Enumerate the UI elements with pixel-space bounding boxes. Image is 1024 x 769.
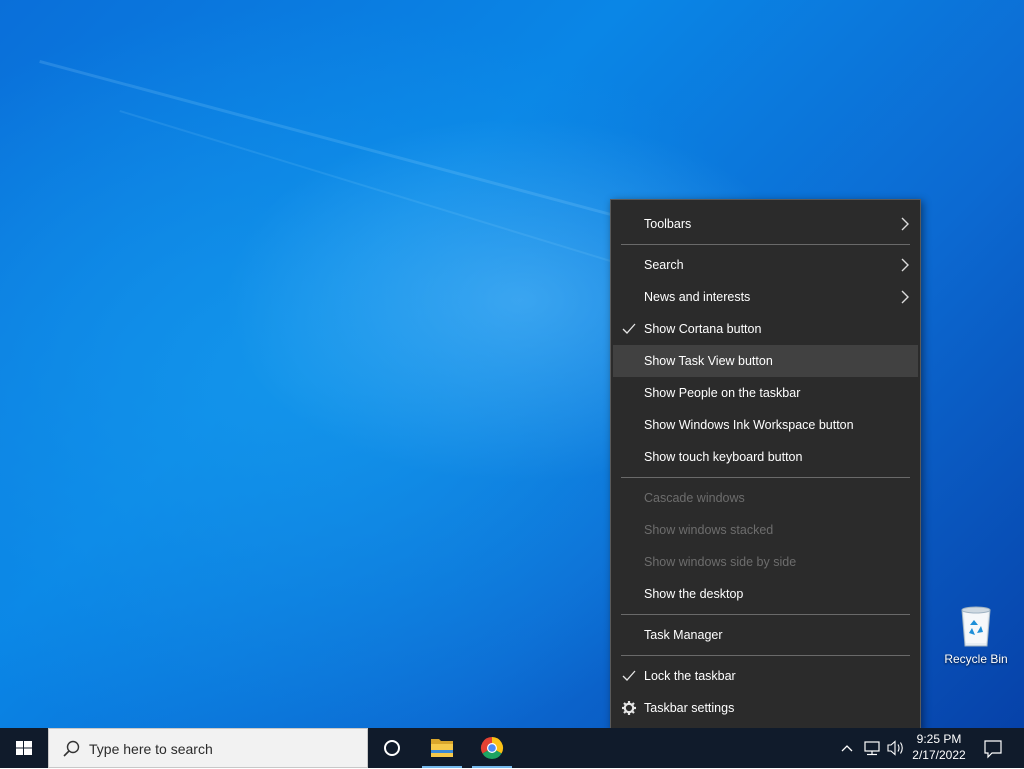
menu-item-show-windows-stacked: Show windows stacked (611, 514, 920, 546)
taskbar-clock[interactable]: 9:25 PM 2/17/2022 (906, 728, 972, 768)
menu-item-label: Show Cortana button (644, 322, 762, 336)
menu-item-show-the-desktop[interactable]: Show the desktop (611, 578, 920, 610)
menu-item-label: Search (644, 258, 684, 272)
menu-item-label: Show the desktop (644, 587, 744, 601)
recycle-bin-label: Recycle Bin (944, 652, 1008, 666)
checkmark-icon (622, 670, 636, 681)
chevron-right-icon (901, 258, 909, 272)
menu-item-show-touch-keyboard[interactable]: Show touch keyboard button (611, 441, 920, 473)
menu-item-label: Show Task View button (644, 354, 773, 368)
search-placeholder: Type here to search (89, 741, 213, 757)
recycle-bin-shortcut[interactable]: Recycle Bin (938, 598, 1014, 676)
menu-item-news-and-interests[interactable]: News and interests (611, 281, 920, 313)
menu-item-toolbars[interactable]: Toolbars (611, 208, 920, 240)
chevron-up-icon (841, 745, 853, 752)
notification-icon (984, 740, 1002, 759)
windows-logo-icon (16, 741, 32, 755)
menu-item-label: Taskbar settings (644, 701, 735, 715)
menu-item-show-windows-ink-workspace[interactable]: Show Windows Ink Workspace button (611, 409, 920, 441)
menu-item-label: Task Manager (644, 628, 723, 642)
menu-item-label: News and interests (644, 290, 751, 304)
menu-item-label: Cascade windows (644, 491, 745, 505)
taskbar-search-box[interactable]: Type here to search (48, 728, 368, 768)
taskbar[interactable]: Type here to search 9:25 PM 2/17/2022 (0, 728, 1024, 768)
file-explorer-icon (431, 739, 453, 757)
menu-item-label: Show windows stacked (644, 523, 774, 537)
clock-date: 2/17/2022 (912, 748, 966, 762)
menu-item-label: Show Windows Ink Workspace button (644, 418, 854, 432)
chrome-icon (480, 737, 504, 760)
volume-tray-button[interactable] (884, 728, 908, 768)
network-tray-button[interactable] (860, 728, 884, 768)
menu-item-show-people[interactable]: Show People on the taskbar (611, 377, 920, 409)
wallpaper-light-beam (119, 110, 618, 264)
search-icon (63, 740, 80, 757)
show-hidden-icons-button[interactable] (836, 728, 858, 768)
menu-separator (621, 244, 910, 245)
menu-item-label: Show touch keyboard button (644, 450, 803, 464)
speaker-icon (887, 740, 903, 756)
checkmark-icon (622, 323, 636, 334)
menu-item-show-task-view-button[interactable]: Show Task View button (613, 345, 918, 377)
menu-item-label: Lock the taskbar (644, 669, 736, 683)
menu-item-label: Toolbars (644, 217, 692, 231)
action-center-button[interactable] (978, 728, 1008, 768)
taskbar-context-menu: Toolbars Search News and interests Show … (610, 199, 921, 732)
menu-item-taskbar-settings[interactable]: Taskbar settings (611, 692, 920, 724)
wallpaper-light-beam (39, 60, 659, 229)
menu-item-task-manager[interactable]: Task Manager (611, 619, 920, 651)
menu-item-search[interactable]: Search (611, 249, 920, 281)
gear-icon (622, 701, 636, 715)
recycle-bin-icon (956, 602, 996, 648)
menu-item-label: Show windows side by side (644, 555, 797, 569)
menu-separator (621, 655, 910, 656)
menu-item-cascade-windows: Cascade windows (611, 482, 920, 514)
menu-item-lock-the-taskbar[interactable]: Lock the taskbar (611, 660, 920, 692)
network-icon (864, 741, 880, 756)
cortana-icon (384, 740, 400, 756)
desktop[interactable]: Recycle Bin Toolbars Search News and int… (0, 0, 1024, 768)
menu-item-label: Show People on the taskbar (644, 386, 801, 400)
file-explorer-button[interactable] (418, 728, 466, 768)
start-button[interactable] (0, 728, 48, 768)
menu-separator (621, 477, 910, 478)
menu-item-show-cortana-button[interactable]: Show Cortana button (611, 313, 920, 345)
chrome-button[interactable] (468, 728, 516, 768)
cortana-button[interactable] (368, 728, 416, 768)
chevron-right-icon (901, 290, 909, 304)
chevron-right-icon (901, 217, 909, 231)
clock-time: 9:25 PM (916, 732, 962, 746)
menu-item-show-windows-side-by-side: Show windows side by side (611, 546, 920, 578)
menu-separator (621, 614, 910, 615)
